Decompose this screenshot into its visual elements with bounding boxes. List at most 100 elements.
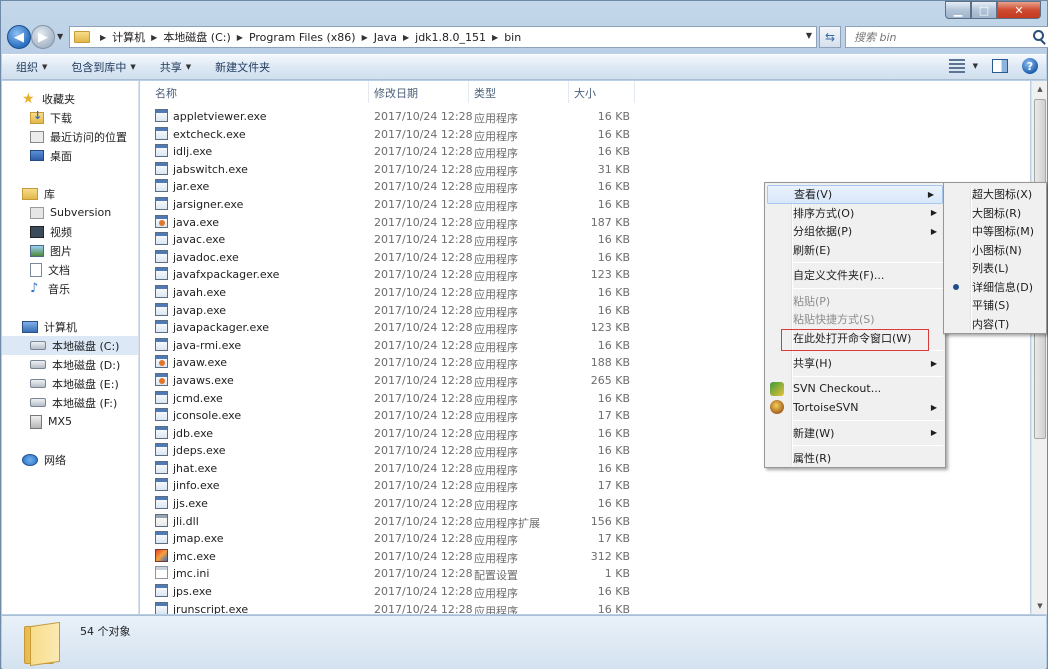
minimize-button[interactable]: ▁ <box>945 1 971 19</box>
chevron-right-icon[interactable]: ▶ <box>237 33 243 42</box>
nav-pictures[interactable]: 图片 <box>2 241 138 260</box>
breadcrumb-drive-c[interactable]: 本地磁盘 (C:) <box>163 29 230 45</box>
breadcrumb-java[interactable]: Java <box>374 31 397 44</box>
submenu-extra-large-icons[interactable]: 超大图标(X) <box>944 185 1046 204</box>
column-header-name[interactable]: 名称 <box>155 85 177 101</box>
address-bar[interactable]: ▶ 计算机 ▶ 本地磁盘 (C:) ▶ Program Files (x86) … <box>69 26 817 48</box>
breadcrumb-bin[interactable]: bin <box>504 31 521 44</box>
file-date: 2017/10/24 12:28 <box>374 338 473 352</box>
column-divider[interactable] <box>468 81 469 103</box>
menu-refresh-label: 刷新(E) <box>793 243 831 257</box>
vertical-scrollbar[interactable]: ▲ ▼ <box>1031 81 1047 614</box>
history-dropdown-icon[interactable]: ▼ <box>57 32 63 41</box>
breadcrumb-program-files[interactable]: Program Files (x86) <box>249 31 356 44</box>
column-divider[interactable] <box>568 81 569 103</box>
scroll-up-button[interactable]: ▲ <box>1032 81 1048 97</box>
nav-drive-f[interactable]: 本地磁盘 (F:) <box>2 393 138 412</box>
submenu-content[interactable]: 内容(T) <box>944 315 1046 334</box>
chevron-down-icon[interactable]: ▼ <box>806 31 812 40</box>
column-divider[interactable] <box>634 81 635 103</box>
submenu-small-icons[interactable]: 小图标(N) <box>944 241 1046 260</box>
nav-music[interactable]: ♪ 音乐 <box>2 279 138 298</box>
nav-drive-e[interactable]: 本地磁盘 (E:) <box>2 374 138 393</box>
view-options-dropdown-icon[interactable]: ▼ <box>973 62 978 70</box>
chevron-right-icon[interactable]: ▶ <box>100 33 106 42</box>
forward-button[interactable]: ▶ <box>31 25 55 49</box>
nav-desktop[interactable]: 桌面 <box>2 146 138 165</box>
submenu-details[interactable]: 详细信息(D) <box>944 278 1046 297</box>
menu-item-tortoisesvn[interactable]: TortoiseSVN ▶ <box>765 398 945 417</box>
file-size: 16 KB <box>597 391 630 405</box>
chevron-right-icon[interactable]: ▶ <box>362 33 368 42</box>
menu-item-new[interactable]: 新建(W) ▶ <box>765 424 945 443</box>
nav-computer[interactable]: 计算机 <box>2 317 138 336</box>
menu-item-properties[interactable]: 属性(R) <box>765 449 945 468</box>
new-folder-button[interactable]: 新建文件夹 <box>215 59 270 75</box>
file-type: 应用程序 <box>474 112 518 125</box>
nav-subversion[interactable]: Subversion <box>2 203 138 222</box>
file-row[interactable]: extcheck.exe 2017/10/24 12:28 应用程序 16 KB <box>140 126 1030 144</box>
menu-item-paste-shortcut[interactable]: 粘贴快捷方式(S) <box>765 310 945 329</box>
file-type: 应用程序 <box>474 323 518 337</box>
file-row[interactable]: jrunscript.exe 2017/10/24 12:28 应用程序 16 KB <box>140 601 1030 614</box>
menu-item-share-with[interactable]: 共享(H) ▶ <box>765 354 945 373</box>
column-header-size[interactable]: 大小 <box>574 85 596 101</box>
column-divider[interactable] <box>368 81 369 103</box>
scroll-down-button[interactable]: ▼ <box>1032 598 1048 614</box>
maximize-button[interactable]: □ <box>971 1 997 19</box>
nav-drive-c[interactable]: 本地磁盘 (C:) <box>2 336 138 355</box>
nav-mx5[interactable]: MX5 <box>2 412 138 431</box>
menu-item-group-by[interactable]: 分组依据(P) ▶ <box>765 222 945 241</box>
nav-drive-d-label: 本地磁盘 (D:) <box>52 358 121 372</box>
chevron-down-icon: ▼ <box>185 63 192 71</box>
chevron-right-icon[interactable]: ▶ <box>151 33 157 42</box>
nav-recent-places[interactable]: 最近访问的位置 <box>2 127 138 146</box>
help-icon[interactable]: ? <box>1022 58 1038 74</box>
file-row[interactable]: jps.exe 2017/10/24 12:28 应用程序 16 KB <box>140 583 1030 601</box>
file-row[interactable]: jabswitch.exe 2017/10/24 12:28 应用程序 31 KB <box>140 161 1030 179</box>
preview-pane-icon[interactable] <box>992 59 1008 73</box>
back-button[interactable]: ◀ <box>7 25 31 49</box>
nav-subversion-label: Subversion <box>50 206 112 219</box>
nav-documents[interactable]: 文档 <box>2 260 138 279</box>
search-input[interactable] <box>852 29 1022 45</box>
organize-button[interactable]: 组织 ▼ <box>16 59 47 75</box>
include-in-library-button[interactable]: 包含到库中 ▼ <box>71 59 135 75</box>
search-icon[interactable] <box>1033 30 1044 41</box>
file-row[interactable]: appletviewer.exe 2017/10/24 12:28 应用程序 16 K… <box>140 108 1030 126</box>
file-row[interactable]: jjs.exe 2017/10/24 12:28 应用程序 16 KB <box>140 495 1030 513</box>
file-row[interactable]: idlj.exe 2017/10/24 12:28 应用程序 16 KB <box>140 143 1030 161</box>
menu-item-sort-by[interactable]: 排序方式(O) ▶ <box>765 204 945 223</box>
menu-item-svn-checkout[interactable]: SVN Checkout... <box>765 380 945 399</box>
nav-drive-d[interactable]: 本地磁盘 (D:) <box>2 355 138 374</box>
nav-favorites[interactable]: ★ 收藏夹 <box>2 89 138 108</box>
file-row[interactable]: jli.dll 2017/10/24 12:28 应用程序扩展 156 KB <box>140 513 1030 531</box>
file-row[interactable]: jmc.ini 2017/10/24 12:28 配置设置 1 KB <box>140 565 1030 583</box>
nav-downloads[interactable]: 下载 <box>2 108 138 127</box>
file-row[interactable]: jmc.exe 2017/10/24 12:28 应用程序 312 KB <box>140 548 1030 566</box>
menu-item-paste[interactable]: 粘贴(P) <box>765 292 945 311</box>
nav-libraries[interactable]: 库 <box>2 184 138 203</box>
file-type: 应用程序 <box>474 164 518 178</box>
file-row[interactable]: jmap.exe 2017/10/24 12:28 应用程序 17 KB <box>140 530 1030 548</box>
nav-network[interactable]: 网络 <box>2 450 138 469</box>
chevron-right-icon[interactable]: ▶ <box>492 33 498 42</box>
submenu-list[interactable]: 列表(L) <box>944 259 1046 278</box>
menu-item-view[interactable]: 查看(V) ▶ <box>767 185 943 204</box>
refresh-button[interactable]: ⇆ <box>819 26 841 48</box>
close-button[interactable]: ✕ <box>997 1 1041 19</box>
column-header-type[interactable]: 类型 <box>474 85 496 101</box>
file-row[interactable]: jinfo.exe 2017/10/24 12:28 应用程序 17 KB <box>140 477 1030 495</box>
submenu-large-icons[interactable]: 大图标(R) <box>944 204 1046 223</box>
share-button[interactable]: 共享 ▼ <box>160 59 191 75</box>
menu-item-refresh[interactable]: 刷新(E) <box>765 241 945 260</box>
submenu-medium-icons[interactable]: 中等图标(M) <box>944 222 1046 241</box>
chevron-right-icon[interactable]: ▶ <box>403 33 409 42</box>
menu-item-customize-folder[interactable]: 自定义文件夹(F)... <box>765 266 945 285</box>
breadcrumb-jdk[interactable]: jdk1.8.0_151 <box>415 31 486 44</box>
change-view-icon[interactable] <box>948 59 965 73</box>
nav-videos[interactable]: 视频 <box>2 222 138 241</box>
breadcrumb-computer[interactable]: 计算机 <box>112 29 145 45</box>
submenu-tiles[interactable]: 平铺(S) <box>944 296 1046 315</box>
column-header-date[interactable]: 修改日期 <box>374 85 418 101</box>
